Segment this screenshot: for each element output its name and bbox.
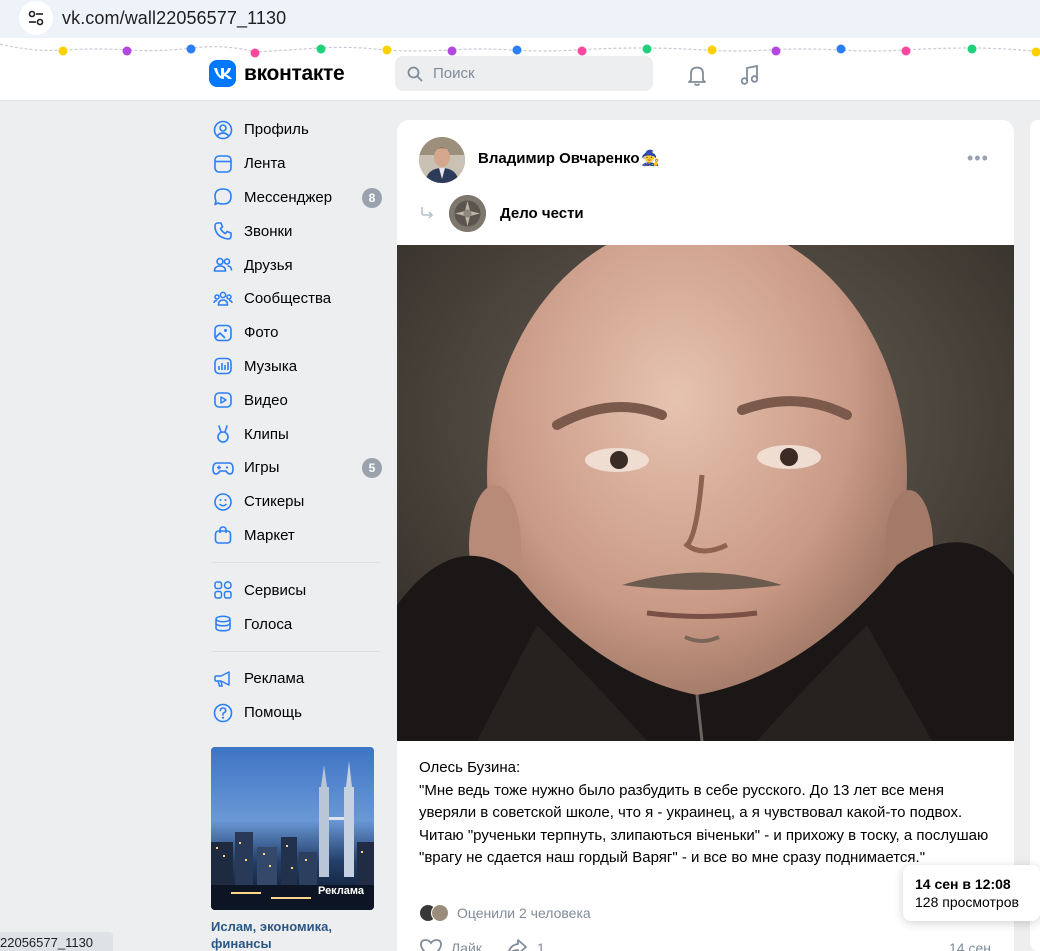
author-status-emoji: 🧙 <box>641 150 660 167</box>
sidebar-item-video[interactable]: Видео <box>206 383 386 417</box>
author-avatar[interactable] <box>419 137 465 183</box>
tooltip-views: 128 просмотров <box>915 894 1019 910</box>
sidebar-item-help[interactable]: Помощь <box>206 696 386 730</box>
bag-icon <box>212 524 234 546</box>
share-count: 1 <box>537 940 545 951</box>
sidebar-item-label: Маркет <box>244 526 295 544</box>
ad-title-link[interactable]: Ислам, экономика, финансы <box>211 918 381 951</box>
wall-post: Владимир Овчаренко 🧙 ••• Дело чести Олес… <box>397 120 1014 951</box>
sidebar-item-label: Игры <box>244 459 280 477</box>
music-icon <box>212 355 234 377</box>
services-icon <box>212 579 234 601</box>
user-circle-icon <box>212 119 234 141</box>
notifications-bell-icon[interactable] <box>684 62 710 88</box>
unread-count-badge: 8 <box>362 187 382 208</box>
sidebar-item-clips[interactable]: Клипы <box>206 417 386 451</box>
post-text-line: "Мне ведь тоже нужно было разбудить в се… <box>419 781 989 867</box>
gamepad-icon <box>212 457 234 479</box>
sidebar-item-label: Сервисы <box>244 581 307 599</box>
sidebar-item-market[interactable]: Маркет <box>206 519 386 553</box>
sidebar-item-label: Фото <box>244 324 279 342</box>
sidebar-divider <box>212 562 380 564</box>
sidebar-item-label: Реклама <box>244 670 305 688</box>
clips-icon <box>212 423 234 445</box>
sidebar-item-music[interactable]: Музыка <box>206 350 386 384</box>
sidebar-item-photos[interactable]: Фото <box>206 316 386 350</box>
right-panel-edge <box>1030 120 1040 951</box>
games-count-badge: 5 <box>362 457 382 478</box>
liker-avatar <box>431 904 449 922</box>
sidebar-item-label: Друзья <box>244 256 293 274</box>
post-date-tooltip: 14 сен в 12:08 128 просмотров <box>903 865 1040 921</box>
repost-arrow-icon <box>419 204 435 225</box>
sidebar-item-calls[interactable]: Звонки <box>206 214 386 248</box>
sidebar-item-friends[interactable]: Друзья <box>206 248 386 282</box>
browser-status-bar: 22056577_1130 <box>0 932 113 951</box>
search-icon <box>407 66 423 81</box>
sidebar-item-label: Видео <box>244 391 288 409</box>
site-settings-icon[interactable] <box>19 1 53 35</box>
post-date-link[interactable]: 14 сен <box>949 940 991 951</box>
share-icon <box>508 939 527 951</box>
vk-logo-icon <box>209 60 236 87</box>
phone-icon <box>212 220 234 242</box>
search-input[interactable]: Поиск <box>395 56 653 91</box>
message-icon <box>212 186 234 208</box>
sidebar-item-label: Голоса <box>244 615 293 633</box>
vk-logo[interactable]: вконтакте <box>209 60 345 87</box>
sidebar-item-label: Клипы <box>244 425 289 443</box>
like-button[interactable]: Лайк <box>419 937 482 951</box>
left-sidebar: Профиль Лента Мессенджер 8 Звонки Друзья… <box>206 113 386 730</box>
likers-count-text: Оценили 2 человека <box>457 905 591 921</box>
url-field[interactable]: vk.com/wall22056577_1130 <box>62 8 286 29</box>
photo-icon <box>212 322 234 344</box>
post-text: Олесь Бузина: "Мне ведь тоже нужно было … <box>419 757 999 870</box>
sidebar-item-label: Сообщества <box>244 290 332 308</box>
news-feed-icon <box>212 153 234 175</box>
sidebar-item-services[interactable]: Сервисы <box>206 573 386 607</box>
post-photo[interactable] <box>397 245 1014 741</box>
sidebar-item-messenger[interactable]: Мессенджер 8 <box>206 181 386 215</box>
sidebar-item-label: Мессенджер <box>244 188 333 206</box>
post-text-line: Олесь Бузина: <box>419 759 521 776</box>
megaphone-icon <box>212 668 234 690</box>
search-placeholder: Поиск <box>433 65 475 82</box>
smile-icon <box>212 491 234 513</box>
browser-address-bar: vk.com/wall22056577_1130 <box>0 0 1040 38</box>
music-player-icon[interactable] <box>737 62 763 88</box>
vk-header: вконтакте Поиск <box>0 38 1040 101</box>
garland-decoration <box>0 43 1040 58</box>
coins-icon <box>212 613 234 635</box>
sidebar-divider <box>212 650 380 652</box>
sidebar-item-label: Лента <box>244 155 286 173</box>
sidebar-item-label: Помощь <box>244 704 302 722</box>
vk-logo-text: вконтакте <box>244 61 345 85</box>
sidebar-item-communities[interactable]: Сообщества <box>206 282 386 316</box>
sidebar-item-stickers[interactable]: Стикеры <box>206 485 386 519</box>
source-group-avatar[interactable] <box>449 195 486 232</box>
sidebar-item-feed[interactable]: Лента <box>206 147 386 181</box>
video-icon <box>212 389 234 411</box>
source-group-name-link[interactable]: Дело чести <box>500 205 584 222</box>
tooltip-date: 14 сен в 12:08 <box>915 876 1011 892</box>
share-button[interactable]: 1 <box>505 937 545 951</box>
help-icon <box>212 702 234 724</box>
more-options-icon[interactable]: ••• <box>967 148 989 169</box>
communities-icon <box>212 288 234 310</box>
author-name-link[interactable]: Владимир Овчаренко <box>478 150 640 167</box>
like-label: Лайк <box>451 940 482 951</box>
sidebar-item-label: Профиль <box>244 121 309 139</box>
likers-row[interactable]: Оценили 2 человека <box>419 904 591 922</box>
sidebar-item-label: Стикеры <box>244 493 305 511</box>
sidebar-item-label: Звонки <box>244 222 293 240</box>
ad-label: Реклама <box>318 885 365 897</box>
sidebar-item-profile[interactable]: Профиль <box>206 113 386 147</box>
sidebar-item-votes[interactable]: Голоса <box>206 607 386 641</box>
friends-icon <box>212 254 234 276</box>
sidebar-item-games[interactable]: Игры 5 <box>206 451 386 485</box>
sidebar-item-ads[interactable]: Реклама <box>206 662 386 696</box>
sidebar-item-label: Музыка <box>244 357 298 375</box>
portrait-photo <box>397 245 1014 741</box>
heart-icon <box>420 939 442 951</box>
